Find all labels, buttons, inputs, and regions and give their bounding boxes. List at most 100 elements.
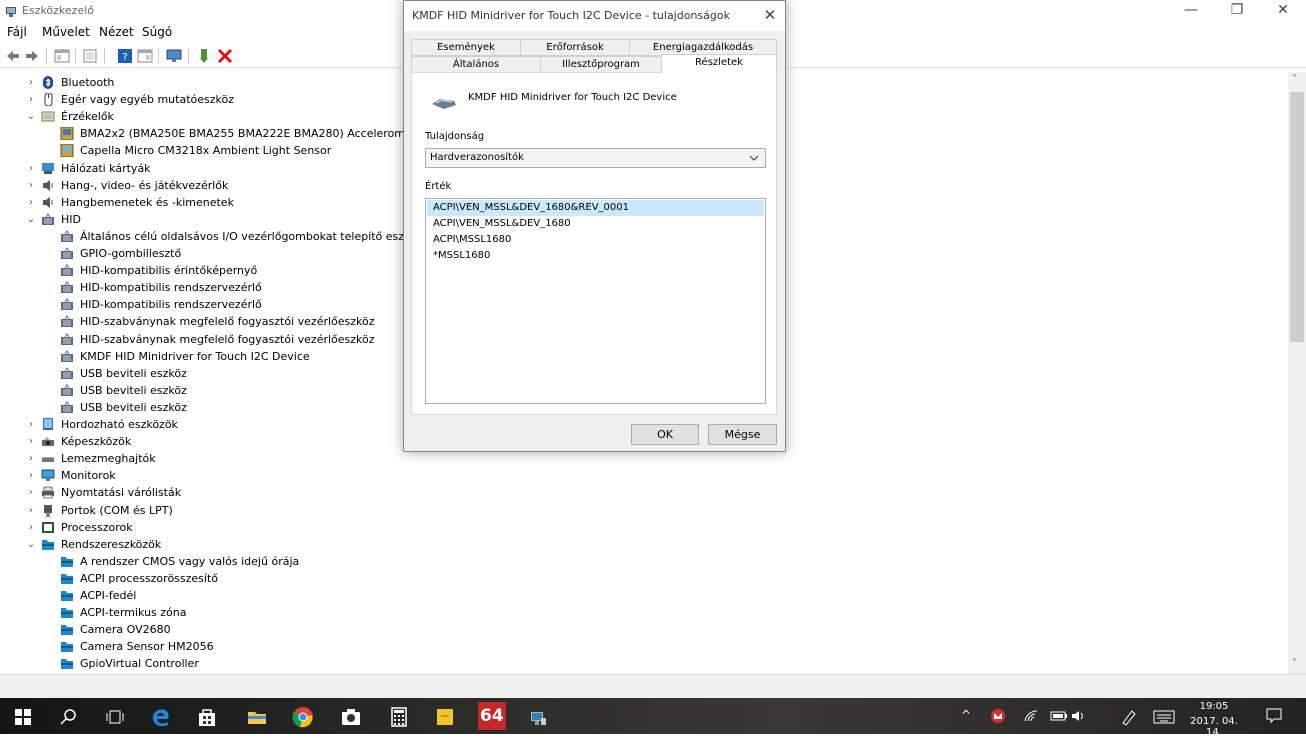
device-manager-icon[interactable] [527, 706, 549, 728]
windows-start-icon[interactable] [12, 706, 34, 728]
value-listbox[interactable]: ACPI\VEN_MSSL&DEV_1680&REV_0001 ACPI\VEN_… [425, 198, 766, 404]
system-folder-icon [60, 555, 74, 568]
value-list-item[interactable]: ACPI\VEN_MSSL&DEV_1680 [427, 216, 764, 232]
chevron-right-icon[interactable]: › [26, 450, 36, 467]
action-view-icon[interactable] [137, 48, 153, 64]
chevron-right-icon[interactable]: › [26, 484, 36, 501]
chevron-right-icon[interactable]: › [26, 74, 36, 91]
property-select[interactable]: Hardverazonosítók [425, 148, 766, 168]
search-icon[interactable] [58, 706, 80, 728]
tree-item-label: BMA2x2 (BMA250E BMA255 BMA222E BMA280) A… [80, 127, 428, 141]
menu-view[interactable]: Nézet [99, 25, 134, 39]
hid-icon [60, 315, 74, 328]
chevron-right-icon[interactable]: › [26, 433, 36, 450]
system-folder-icon [60, 589, 74, 602]
chevron-right-icon[interactable]: › [26, 502, 36, 519]
chevron-up-icon[interactable]: ^ [961, 708, 971, 722]
close-button[interactable]: ✕ [1260, 0, 1306, 22]
toolbar-separator [158, 48, 159, 64]
tab-resources[interactable]: Erőforrások [520, 39, 630, 56]
system-folder-icon [60, 606, 74, 619]
tree-category-row[interactable]: › Monitorok [0, 467, 1280, 484]
value-list-item[interactable]: ACPI\MSSL1680 [427, 232, 764, 248]
monitor-icon[interactable] [166, 48, 182, 64]
cancel-button[interactable]: Mégse [708, 424, 777, 445]
action-center-icon[interactable] [1265, 706, 1283, 724]
chevron-right-icon[interactable]: › [26, 160, 36, 177]
file-explorer-icon[interactable] [246, 706, 268, 728]
dialog-close-button[interactable]: ✕ [758, 5, 782, 25]
task-view-icon[interactable] [104, 706, 126, 728]
gmail-badge-icon[interactable] [990, 708, 1006, 724]
tab-driver[interactable]: Illesztőprogram [540, 56, 662, 73]
tree-device-row[interactable]: A rendszer CMOS vagy valós idejű órája [0, 553, 1280, 570]
details-panel: KMDF HID Minidriver for Touch I2C Device… [411, 72, 777, 415]
clock-date[interactable]: 2017. 04. 14. [1186, 716, 1242, 738]
sticky-notes-icon[interactable] [434, 706, 456, 728]
keyboard-icon[interactable] [1153, 710, 1175, 724]
help-icon[interactable]: ? [117, 48, 133, 64]
tree-category-row[interactable]: › Processzorok [0, 519, 1280, 536]
scroll-up-arrow-icon[interactable]: ˄ [1292, 74, 1297, 85]
back-arrow-icon[interactable] [5, 48, 21, 64]
tree-device-row[interactable]: ACPI-termikus zóna [0, 604, 1280, 621]
tree-item-label: Capella Micro CM3218x Ambient Light Sens… [80, 144, 332, 158]
tree-item-label: Hálózati kártyák [61, 161, 151, 175]
tree-category-row[interactable]: › Nyomtatási várólisták [0, 484, 1280, 501]
properties-view-icon[interactable] [54, 48, 70, 64]
chevron-right-icon[interactable]: › [26, 177, 36, 194]
aida64-icon[interactable]: 64 [478, 702, 506, 730]
chevron-down-icon[interactable]: ⌄ [26, 536, 36, 553]
tab-events[interactable]: Események [411, 39, 521, 56]
chrome-icon[interactable] [292, 706, 314, 728]
network-adapter-icon [41, 162, 55, 175]
maximize-button[interactable]: ❐ [1214, 0, 1260, 22]
wifi-icon[interactable] [1023, 708, 1039, 724]
ok-button[interactable]: OK [631, 424, 699, 445]
store-icon[interactable] [196, 706, 218, 728]
tree-item-label: Nyomtatási várólisták [61, 486, 182, 500]
value-list-item[interactable]: *MSSL1680 [427, 248, 764, 264]
tree-item-label: Bluetooth [61, 76, 115, 89]
tree-device-row[interactable]: GpioVirtual Controller [0, 655, 1280, 672]
forward-arrow-icon[interactable] [24, 48, 40, 64]
value-list-item[interactable]: ACPI\VEN_MSSL&DEV_1680&REV_0001 [427, 200, 764, 216]
menu-action[interactable]: Művelet [42, 25, 90, 39]
window-title: Eszközkezelő [22, 4, 95, 17]
tab-details[interactable]: Részletek [661, 54, 777, 73]
scrollbar-thumb[interactable] [1290, 92, 1304, 342]
chevron-down-icon[interactable]: ⌄ [26, 108, 36, 125]
clock-time[interactable]: 19:05 [1194, 701, 1234, 712]
tree-device-row[interactable]: ACPI processzorösszesítő [0, 570, 1280, 587]
minimize-button[interactable]: — [1168, 0, 1214, 22]
menu-file[interactable]: Fájl [7, 25, 27, 39]
battery-icon[interactable] [1050, 710, 1068, 722]
volume-icon[interactable] [1070, 708, 1086, 724]
chevron-right-icon[interactable]: › [26, 467, 36, 484]
chevron-right-icon[interactable]: › [26, 91, 36, 108]
camera-app-icon[interactable] [340, 706, 362, 728]
property-select-value: Hardverazonosítók [430, 152, 524, 163]
dialog-title: KMDF HID Minidriver for Touch I2C Device… [412, 9, 730, 22]
scroll-down-arrow-icon[interactable]: ˅ [1292, 658, 1297, 669]
tree-category-row[interactable]: › Lemezmeghajtók [0, 450, 1280, 467]
tree-item-label: Hordozható eszközök [61, 418, 178, 431]
tree-category-row[interactable]: › Portok (COM és LPT) [0, 502, 1280, 519]
uninstall-x-icon[interactable] [217, 48, 233, 64]
tree-item-label: Egér vagy egyéb mutatóeszköz [61, 93, 235, 107]
edge-icon[interactable] [150, 706, 172, 728]
pen-icon[interactable] [1120, 708, 1138, 726]
chevron-right-icon[interactable]: › [26, 416, 36, 433]
menu-help[interactable]: Súgó [142, 25, 172, 39]
chevron-right-icon[interactable]: › [26, 194, 36, 211]
tab-general[interactable]: Általános [411, 56, 541, 73]
chevron-right-icon[interactable]: › [26, 519, 36, 536]
tree-device-row[interactable]: Camera OV2680 [0, 621, 1280, 638]
chevron-down-icon[interactable]: ⌄ [26, 211, 36, 228]
update-driver-icon[interactable] [197, 48, 213, 64]
calculator-icon[interactable] [388, 706, 410, 728]
device-view-icon[interactable] [82, 48, 98, 64]
tree-category-row[interactable]: ⌄ Rendszereszközök [0, 536, 1280, 553]
tree-device-row[interactable]: ACPI-fedél [0, 587, 1280, 604]
tree-device-row[interactable]: Camera Sensor HM2056 [0, 638, 1280, 655]
